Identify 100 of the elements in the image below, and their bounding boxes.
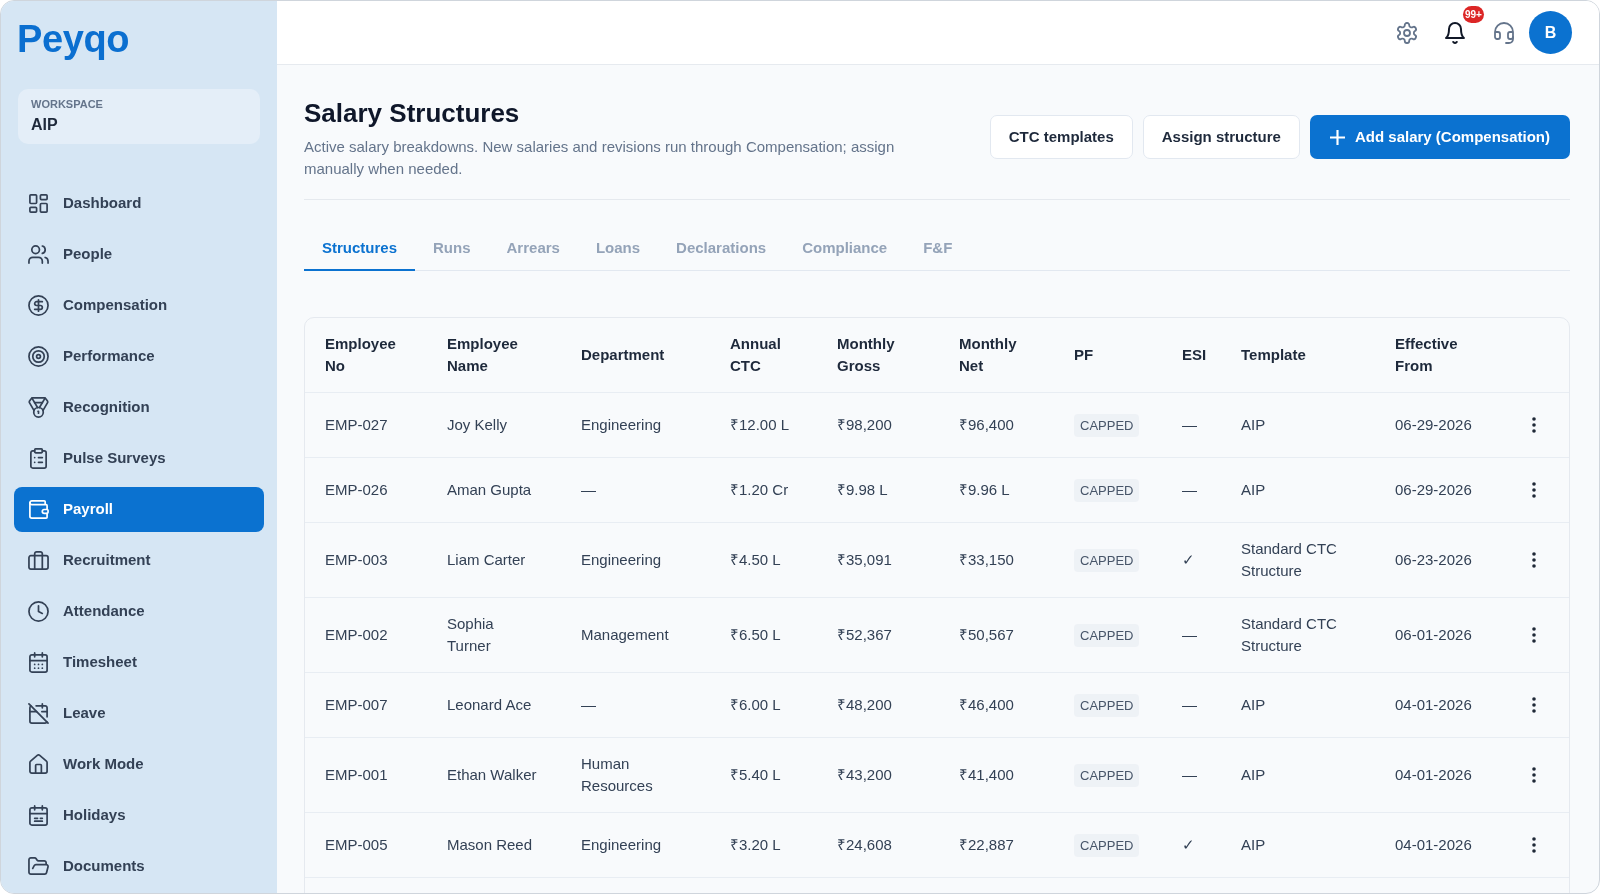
table-cell: Standard CTC Structure <box>1241 597 1395 673</box>
table-cell: ₹12.00 L <box>730 392 837 458</box>
more-icon[interactable] <box>1532 767 1536 783</box>
sidebar-item[interactable]: Leave <box>14 691 264 736</box>
table-cell: ₹6.50 L <box>730 597 837 673</box>
status-badge: CAPPED <box>1074 478 1140 502</box>
wallet-icon <box>28 499 49 520</box>
table-cell: ₹41,400 <box>959 737 1074 813</box>
sidebar-item[interactable]: Holidays <box>14 793 264 838</box>
sidebar-item[interactable]: Timesheet <box>14 640 264 685</box>
column-header: Department <box>581 318 730 393</box>
table-cell: Aman Gupta <box>447 457 581 523</box>
table-cell: 04-01-2026 <box>1395 812 1515 878</box>
calendar-icon <box>28 805 49 826</box>
table-cell: AIP <box>1241 392 1395 458</box>
sidebar-item[interactable]: Recruitment <box>14 538 264 583</box>
page-title: Salary Structures <box>304 97 521 129</box>
table-cell: ₹96,400 <box>959 392 1074 458</box>
sidebar-item[interactable]: Attendance <box>14 589 264 634</box>
sidebar-item[interactable]: Dashboard <box>14 181 264 226</box>
more-icon[interactable] <box>1532 552 1536 568</box>
sidebar-item[interactable]: Pulse Surveys <box>14 436 264 481</box>
table-cell: Liam Carter <box>447 522 581 598</box>
dollar-icon <box>28 295 49 316</box>
column-header: Annual CTC <box>730 318 837 393</box>
add-salary-button[interactable]: Add salary (Compensation) <box>1309 115 1570 159</box>
table-cell: ₹35,091 <box>837 522 959 598</box>
table-cell: ₹46,400 <box>959 672 1074 738</box>
settings-icon[interactable] <box>1396 21 1418 44</box>
calendar-off-icon <box>28 703 49 724</box>
sidebar-item[interactable]: People <box>14 232 264 277</box>
table-cell: ₹3.20 L <box>730 812 837 878</box>
headset-icon[interactable] <box>1493 21 1515 44</box>
sidebar-item[interactable]: Performance <box>14 334 264 379</box>
clipboard-icon <box>28 448 49 469</box>
table-cell: ₹52,367 <box>837 597 959 673</box>
table-cell: — <box>581 457 730 523</box>
table-cell: ₹6.00 L <box>730 672 837 738</box>
action-button[interactable]: Assign structure <box>1142 115 1300 159</box>
status-badge: CAPPED <box>1074 623 1140 647</box>
table-cell: ₹22,887 <box>959 812 1074 878</box>
table-cell: ₹9.98 L <box>837 457 959 523</box>
column-header: Template <box>1241 318 1395 393</box>
table-cell: 06-29-2026 <box>1395 392 1515 458</box>
status-badge: CAPPED <box>1074 548 1140 572</box>
table-cell: ₹50,567 <box>959 597 1074 673</box>
table-cell: EMP-007 <box>305 672 447 738</box>
status-badge: CAPPED <box>1074 763 1140 787</box>
more-icon[interactable] <box>1532 627 1536 643</box>
sidebar-item[interactable]: Work Mode <box>14 742 264 787</box>
sidebar-item[interactable]: Documents <box>14 844 264 889</box>
user-avatar[interactable]: B <box>1529 11 1572 54</box>
folder-icon <box>28 856 49 877</box>
bell-icon[interactable] <box>1444 21 1466 44</box>
table-cell: ₹33,150 <box>959 522 1074 598</box>
column-header: PF <box>1074 318 1182 393</box>
action-button[interactable]: CTC templates <box>989 115 1133 159</box>
table-cell: — <box>1182 392 1241 458</box>
table-cell: ₹9.96 L <box>959 457 1074 523</box>
table-cell: 04-01-2026 <box>1395 672 1515 738</box>
briefcase-icon <box>28 550 49 571</box>
tab[interactable]: Structures <box>304 226 416 271</box>
table-cell: EMP-027 <box>305 392 447 458</box>
status-badge: CAPPED <box>1074 693 1140 717</box>
table-cell: — <box>1182 737 1241 813</box>
notification-badge: 99+ <box>1463 5 1484 23</box>
workspace-label: WORKSPACE <box>31 97 103 112</box>
table-cell: ₹98,200 <box>837 392 959 458</box>
table-cell: ₹1.20 Cr <box>730 457 837 523</box>
workspace-name: AIP <box>31 115 58 135</box>
table-cell: Human Resources <box>581 737 730 813</box>
grid-icon <box>28 193 49 214</box>
table-cell: — <box>581 672 730 738</box>
plus-icon <box>1329 129 1345 145</box>
table-cell: Mason Reed <box>447 812 581 878</box>
table-cell: EMP-026 <box>305 457 447 523</box>
table-cell: ₹5.40 L <box>730 737 837 813</box>
column-header: Effective From <box>1395 318 1515 393</box>
more-icon[interactable] <box>1532 697 1536 713</box>
table-cell: Engineering <box>581 812 730 878</box>
table-cell: AIP <box>1241 672 1395 738</box>
medal-icon <box>28 397 49 418</box>
table-cell: ₹48,200 <box>837 672 959 738</box>
sidebar-item[interactable]: Payroll <box>14 487 264 532</box>
more-icon[interactable] <box>1532 837 1536 853</box>
table-cell: Engineering <box>581 392 730 458</box>
house-icon <box>28 754 49 775</box>
table-cell: AIP <box>1241 812 1395 878</box>
more-icon[interactable] <box>1532 482 1536 498</box>
page-subtitle: Active salary breakdowns. New salaries and revisions run through Compensation; assign manually when needed. <box>304 137 896 179</box>
table-cell: EMP-002 <box>305 597 447 673</box>
table-cell: 06-23-2026 <box>1395 522 1515 598</box>
table-cell: Standard CTC Structure <box>1241 522 1395 598</box>
table-cell: ₹4.50 L <box>730 522 837 598</box>
sidebar-item[interactable]: Compensation <box>14 283 264 328</box>
sidebar-item[interactable]: Recognition <box>14 385 264 430</box>
table-cell: 04-01-2026 <box>1395 737 1515 813</box>
table-cell: 06-29-2026 <box>1395 457 1515 523</box>
more-icon[interactable] <box>1532 417 1536 433</box>
status-badge: CAPPED <box>1074 413 1140 437</box>
